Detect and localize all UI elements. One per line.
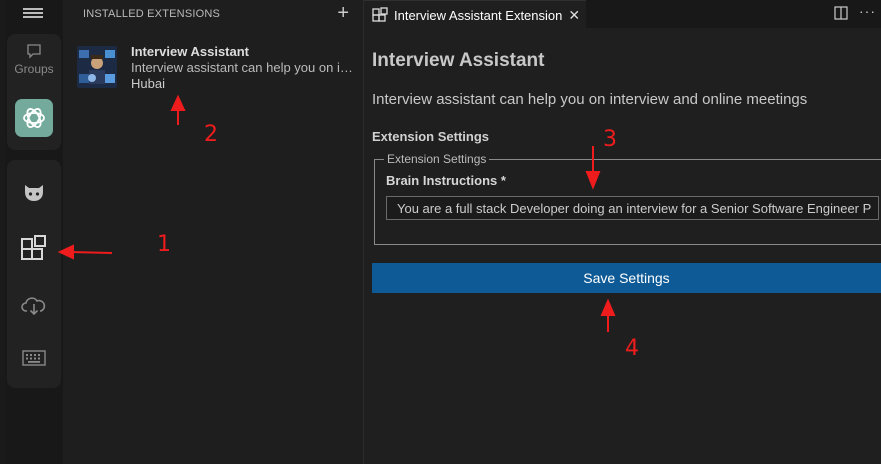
annotation-number: 1 [157, 232, 171, 257]
annotation-number: 3 [603, 127, 617, 152]
app-window: Groups INSTALLED EXTENSIONS + Interview … [0, 0, 881, 464]
add-extension-button[interactable]: + [337, 2, 349, 24]
panel-header: INSTALLED EXTENSIONS [83, 8, 221, 20]
keyboard-button[interactable] [7, 335, 61, 381]
fieldset-legend: Extension Settings [384, 152, 490, 166]
extension-list-item[interactable]: Interview Assistant Interview assistant … [63, 40, 363, 98]
openai-button[interactable] [15, 99, 53, 137]
extension-description: Interview assistant can help you on inte… [131, 60, 356, 75]
editor-area: Interview Assistant Extension ✕ ··· Inte… [364, 0, 881, 464]
extensions-button[interactable] [7, 226, 61, 272]
extensions-icon [372, 7, 388, 22]
github-button[interactable] [7, 170, 61, 216]
cloud-download-button[interactable] [7, 282, 61, 328]
groups-card: Groups [7, 34, 61, 150]
settings-fieldset: Extension Settings Brain Instructions * … [374, 152, 881, 245]
page-title: Interview Assistant [372, 50, 545, 71]
page-description: Interview assistant can help you on inte… [372, 91, 808, 108]
extensions-icon [21, 235, 46, 260]
brain-instructions-label: Brain Instructions * [386, 173, 506, 188]
groups-label: Groups [14, 62, 54, 76]
cloud-download-icon [21, 297, 46, 316]
section-title: Extension Settings [372, 129, 490, 144]
groups-button[interactable]: Groups [7, 42, 61, 88]
tools-card [7, 160, 61, 388]
extension-thumbnail [77, 46, 117, 88]
tab-label: Interview Assistant Extension [394, 7, 563, 23]
openai-icon [23, 108, 45, 128]
extension-author: Hubai [131, 76, 165, 91]
annotation-number: 2 [204, 122, 218, 147]
save-settings-button[interactable]: Save Settings [372, 263, 881, 293]
close-icon[interactable]: ✕ [568, 7, 580, 24]
github-icon [25, 185, 43, 201]
comment-icon [27, 44, 41, 59]
split-editor-icon[interactable] [834, 6, 848, 20]
tab-interview-assistant-extension[interactable]: Interview Assistant Extension ✕ [364, 0, 586, 29]
annotation-number: 4 [625, 336, 639, 361]
activity-bar: Groups [5, 0, 63, 464]
keyboard-icon [22, 350, 46, 366]
menu-icon[interactable] [23, 5, 43, 21]
brain-instructions-input[interactable]: You are a full stack Developer doing an … [386, 196, 879, 220]
more-actions-icon[interactable]: ··· [859, 3, 876, 19]
installed-extensions-panel: INSTALLED EXTENSIONS + Interview Assista… [63, 0, 364, 464]
extension-name: Interview Assistant [131, 44, 250, 59]
tab-bar: Interview Assistant Extension ✕ ··· [364, 0, 881, 29]
